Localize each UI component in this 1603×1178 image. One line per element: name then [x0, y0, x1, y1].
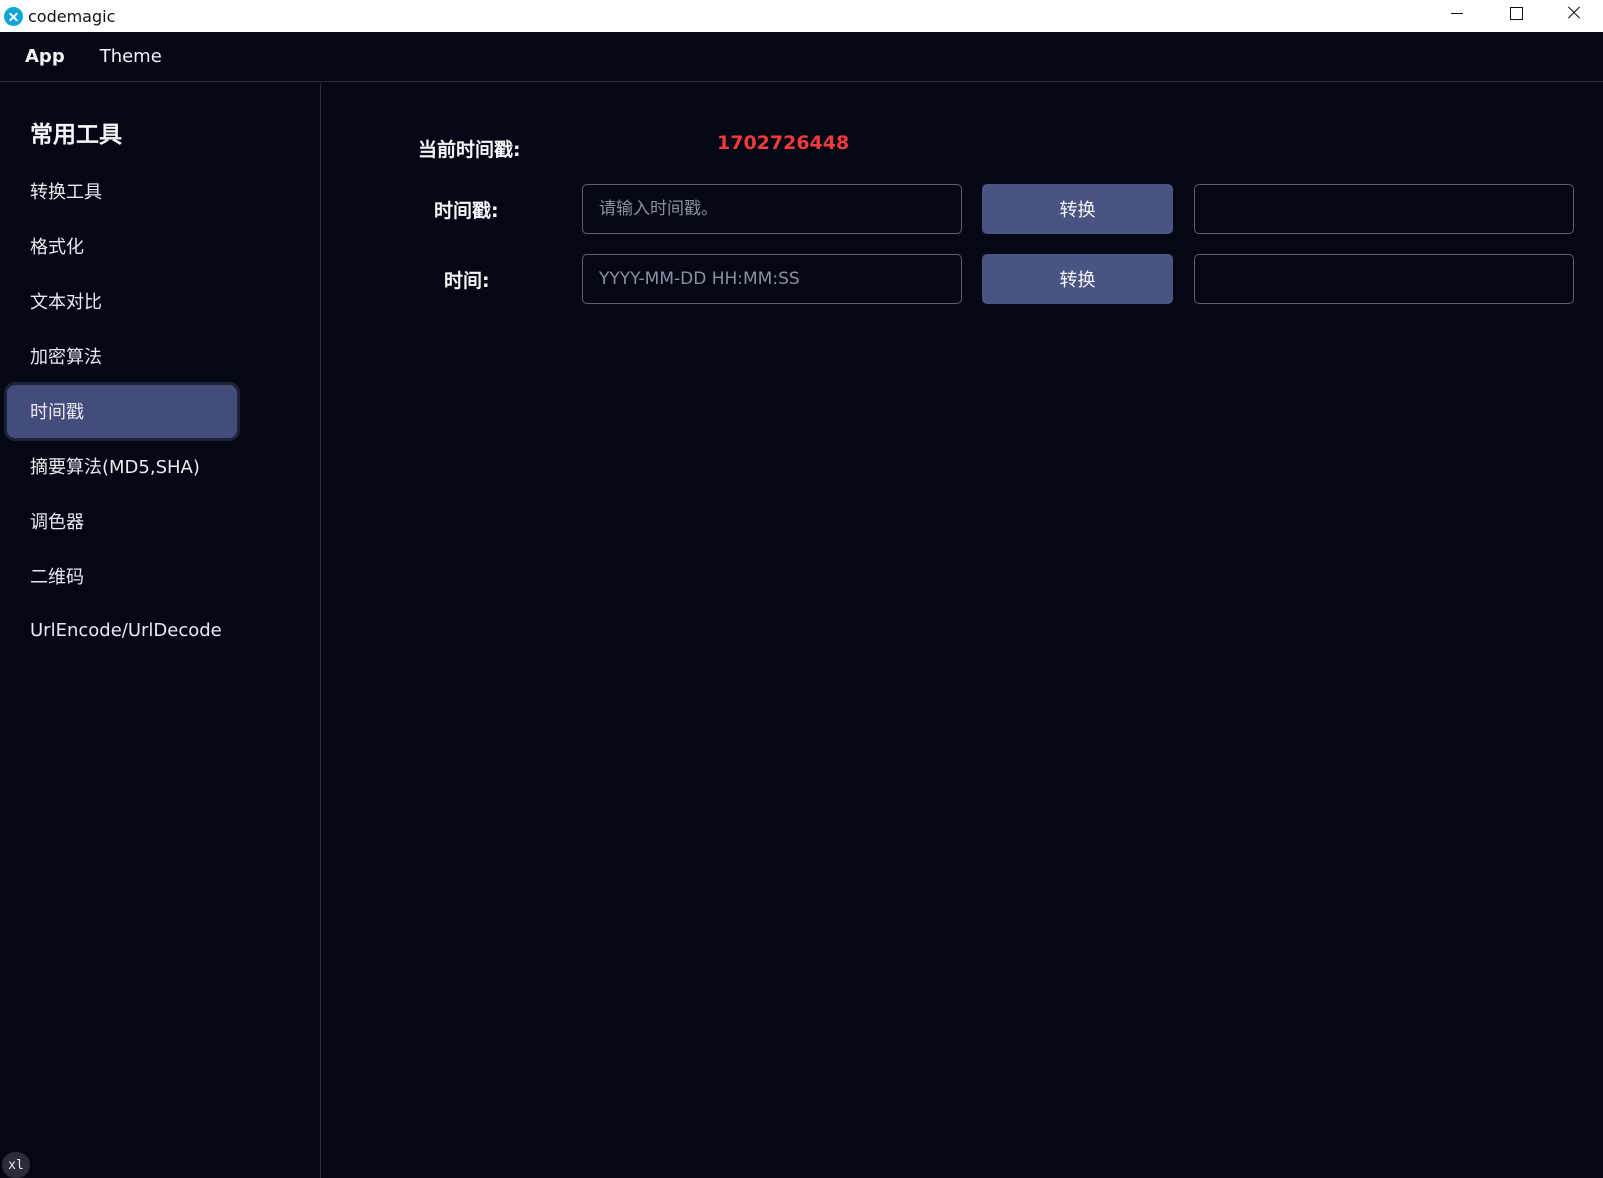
sidebar-item-convert-tools[interactable]: 转换工具	[0, 163, 321, 218]
sidebar-item-label: 文本对比	[30, 291, 102, 313]
timestamp-input[interactable]	[582, 184, 962, 234]
close-icon[interactable]	[1545, 0, 1603, 32]
sidebar-item-label: 摘要算法(MD5,SHA)	[30, 456, 200, 478]
sidebar-item-digest[interactable]: 摘要算法(MD5,SHA)	[0, 438, 321, 493]
current-timestamp-label: 当前时间戳:	[418, 139, 521, 161]
sidebar-item-format[interactable]: 格式化	[0, 218, 321, 273]
datetime-convert-button[interactable]: 转换	[982, 254, 1173, 304]
window-titlebar: codemagic	[0, 0, 1603, 32]
menu-app[interactable]: App	[25, 46, 65, 67]
menubar: App Theme	[0, 32, 1603, 82]
datetime-input[interactable]	[582, 254, 962, 304]
timestamp-output-field[interactable]	[1194, 184, 1574, 234]
sidebar: 常用工具 转换工具 格式化 文本对比 加密算法 时间戳 摘要算法(MD5,SHA…	[0, 83, 321, 1178]
sidebar-item-label: UrlEncode/UrlDecode	[30, 620, 222, 641]
timestamp-convert-button[interactable]: 转换	[982, 184, 1173, 234]
sidebar-item-label: 调色器	[30, 511, 84, 533]
current-timestamp-value: 1702726448	[717, 132, 850, 154]
sidebar-nav: 转换工具 格式化 文本对比 加密算法 时间戳 摘要算法(MD5,SHA) 调色器…	[0, 163, 321, 658]
sidebar-item-timestamp[interactable]: 时间戳	[0, 383, 321, 438]
sidebar-item-text-diff[interactable]: 文本对比	[0, 273, 321, 328]
sidebar-item-color-picker[interactable]: 调色器	[0, 493, 321, 548]
window-controls	[1429, 0, 1603, 32]
sidebar-item-qrcode[interactable]: 二维码	[0, 548, 321, 603]
sidebar-item-label: 转换工具	[30, 181, 102, 203]
menu-theme[interactable]: Theme	[100, 46, 162, 67]
window-title: codemagic	[28, 6, 116, 26]
codemagic-logo-icon	[4, 6, 23, 26]
timestamp-label: 时间戳:	[434, 200, 499, 222]
sidebar-item-encryption[interactable]: 加密算法	[0, 328, 321, 383]
sidebar-item-urlencode[interactable]: UrlEncode/UrlDecode	[0, 603, 321, 658]
sidebar-item-label: 加密算法	[30, 346, 102, 368]
datetime-label: 时间:	[444, 270, 490, 292]
main-panel: 当前时间戳: 1702726448 时间戳: 转换 时间: 转换	[322, 83, 1603, 1178]
scale-badge: xl	[2, 1152, 30, 1178]
minimize-icon[interactable]	[1429, 0, 1487, 32]
sidebar-item-label: 二维码	[30, 566, 84, 588]
maximize-icon[interactable]	[1487, 0, 1545, 32]
datetime-output-field[interactable]	[1194, 254, 1574, 304]
sidebar-item-label: 格式化	[30, 236, 84, 258]
sidebar-title: 常用工具	[30, 122, 122, 148]
sidebar-item-label: 时间戳	[30, 401, 84, 423]
